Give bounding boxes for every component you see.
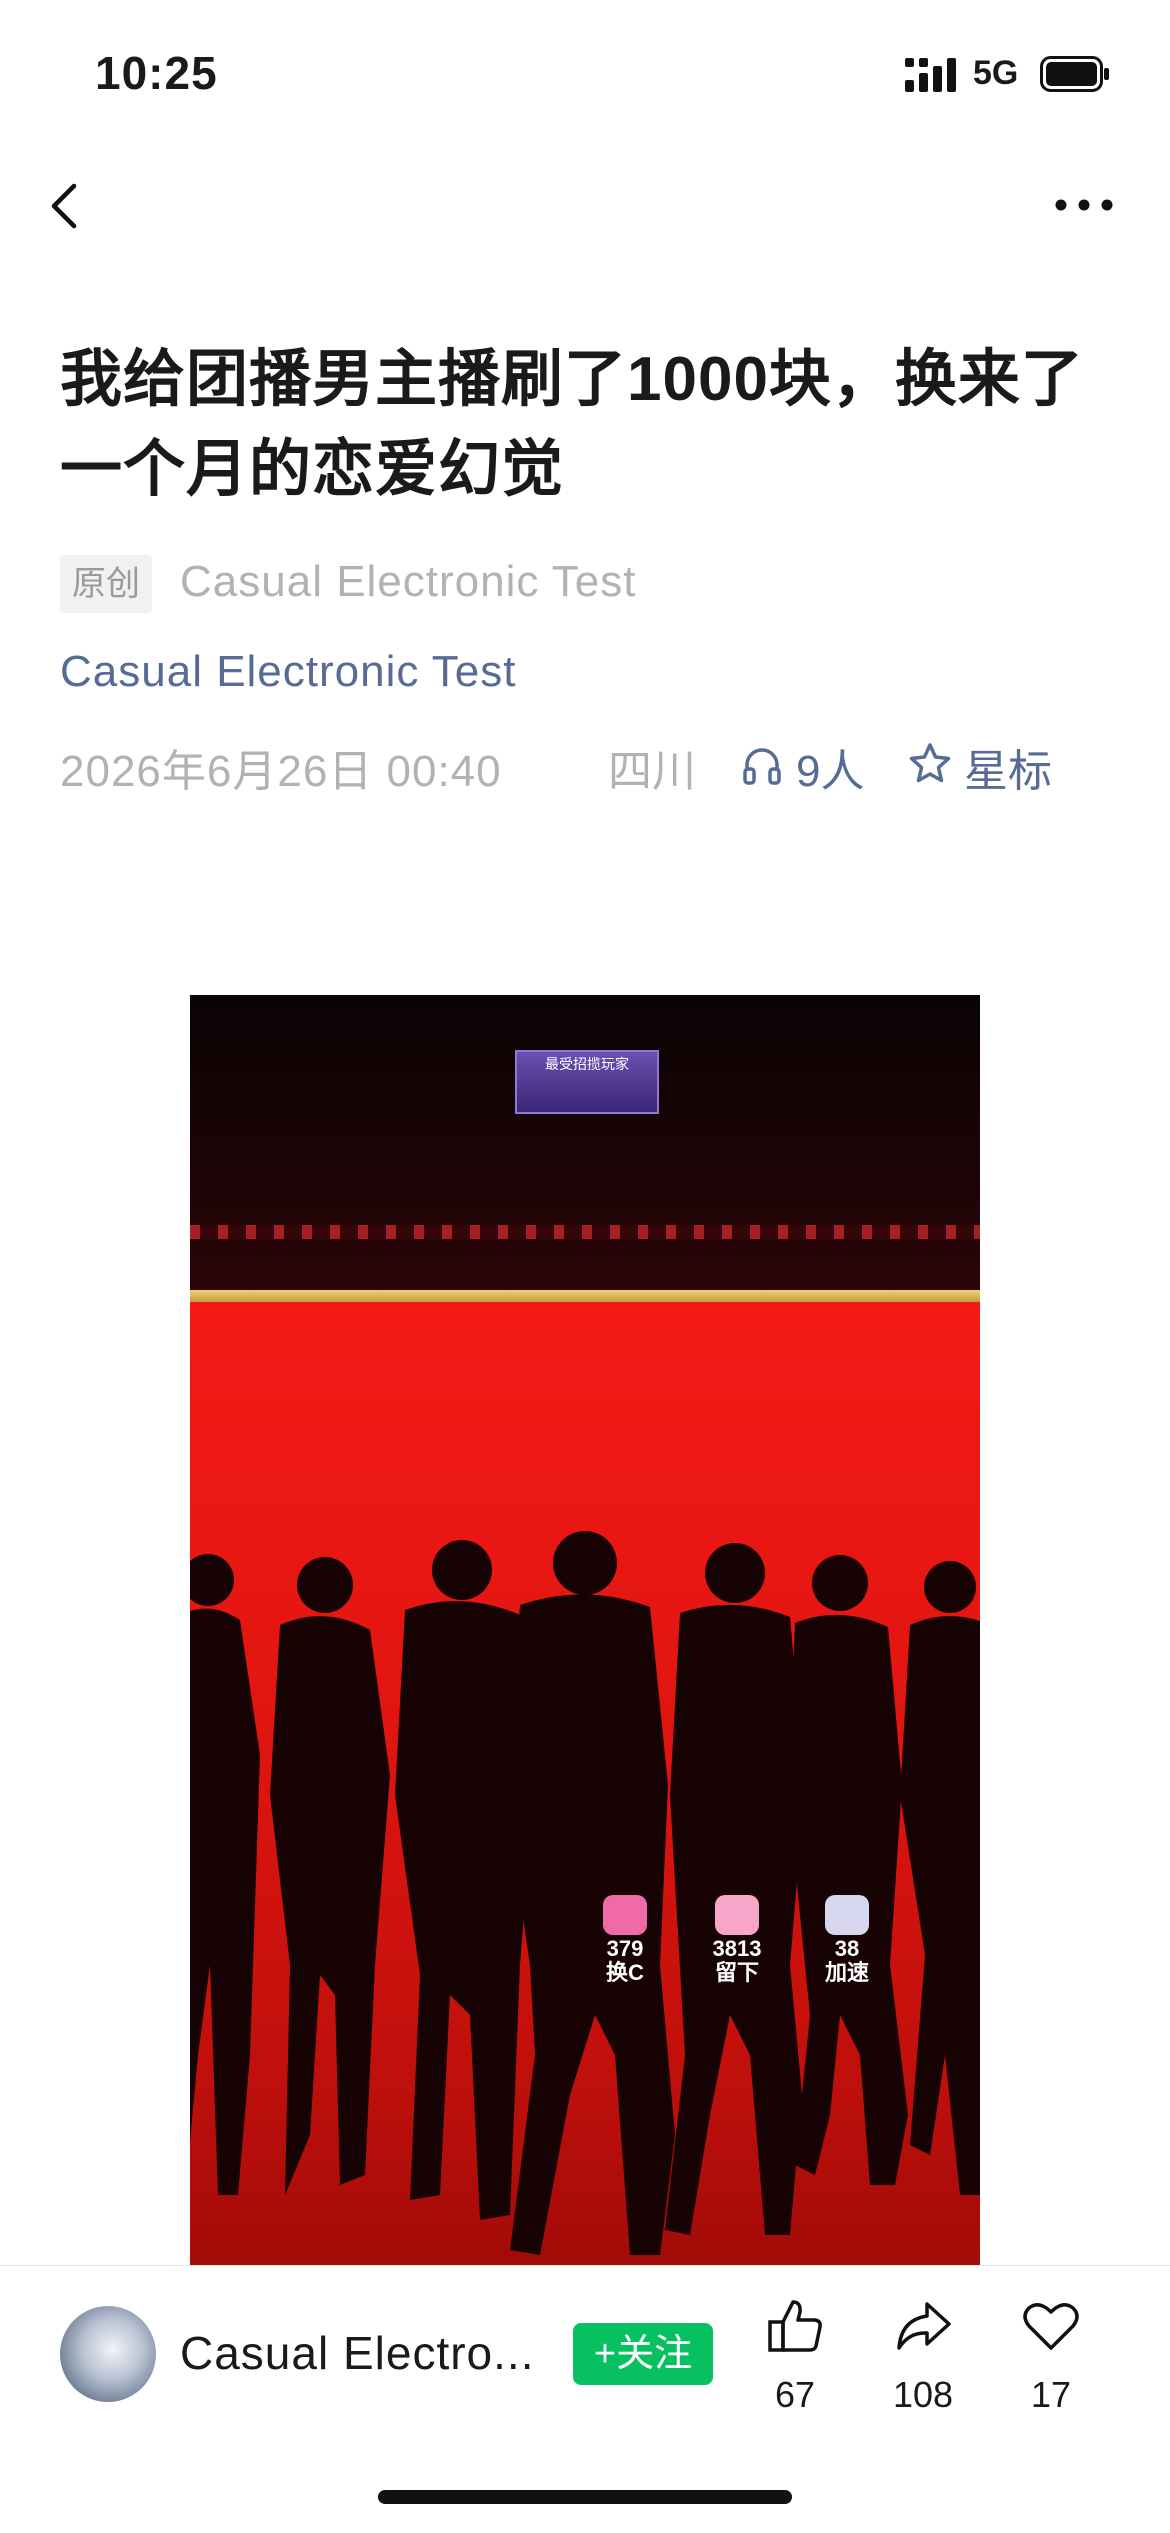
thumbs-up-icon [768, 2300, 822, 2352]
star-label: 星标 [964, 747, 1052, 796]
heart-icon [603, 1895, 647, 1935]
chevron-left-icon [51, 183, 77, 229]
star-icon [909, 743, 951, 783]
status-time: 10:25 [95, 47, 218, 99]
original-tag: 原创 [60, 555, 152, 613]
stat-label: 加速 [824, 1960, 869, 1985]
stat-label: 留下 [714, 1960, 759, 1985]
stage-lights [190, 1225, 980, 1239]
like-count: 67 [774, 2374, 816, 2415]
live-stat-stay: 3813 留下 [702, 1895, 772, 1985]
follow-button[interactable]: +关注 [573, 2323, 713, 2385]
bottom-account-name[interactable]: Casual Electro... [180, 2326, 534, 2380]
favorite-button[interactable]: 17 [996, 2294, 1106, 2416]
stat-value: 379 [606, 1936, 644, 1961]
listen-count: 9人 [796, 747, 865, 796]
favorite-count: 17 [1030, 2374, 1072, 2415]
meta-row: 2026年6月26日 00:40 四川 9人 星标 [60, 735, 1140, 796]
article-title: 我给团播男主播刷了1000块，换来了一个月的恋爱幻觉 [60, 345, 1084, 504]
location: 四川 [608, 747, 696, 796]
publish-date: 2026年6月26日 00:40 [60, 747, 502, 796]
status-bar: 10:25 5G [0, 0, 1170, 150]
stat-value: 3813 [712, 1936, 762, 1961]
share-count: 108 [892, 2374, 954, 2415]
gift-icon [715, 1895, 759, 1935]
like-button[interactable]: 67 [740, 2294, 850, 2416]
author-name: Casual Electronic Test [180, 557, 637, 606]
stage-sign: 最受招揽玩家 [515, 1050, 659, 1114]
tiktok-icon [825, 1895, 869, 1935]
more-dots-icon [1055, 199, 1113, 211]
article-image[interactable]: 最受招揽玩家 379 换C 3813 留下 38 加速 [190, 995, 980, 2265]
stage-ceiling [190, 995, 980, 1295]
back-button[interactable] [40, 170, 100, 240]
stat-label: 换C [606, 1960, 644, 1985]
account-link[interactable]: Casual Electronic Test [60, 647, 517, 697]
more-button[interactable] [1050, 180, 1120, 230]
stage-edge [190, 1290, 980, 1302]
share-button[interactable]: 108 [868, 2294, 978, 2416]
live-stat-swap: 379 换C [590, 1895, 660, 1985]
live-stat-speed: 38 加速 [812, 1895, 882, 1985]
heart-outline-icon [1023, 2303, 1079, 2350]
dancers-silhouette [190, 1531, 980, 2255]
headphones-icon [743, 748, 781, 785]
stat-value: 38 [834, 1936, 860, 1961]
home-indicator[interactable] [378, 2490, 792, 2504]
signal-icon [905, 58, 956, 92]
network-type: 5G [973, 54, 1019, 92]
share-icon [897, 2302, 951, 2350]
battery-icon [1040, 56, 1109, 92]
account-avatar[interactable] [60, 2306, 156, 2402]
